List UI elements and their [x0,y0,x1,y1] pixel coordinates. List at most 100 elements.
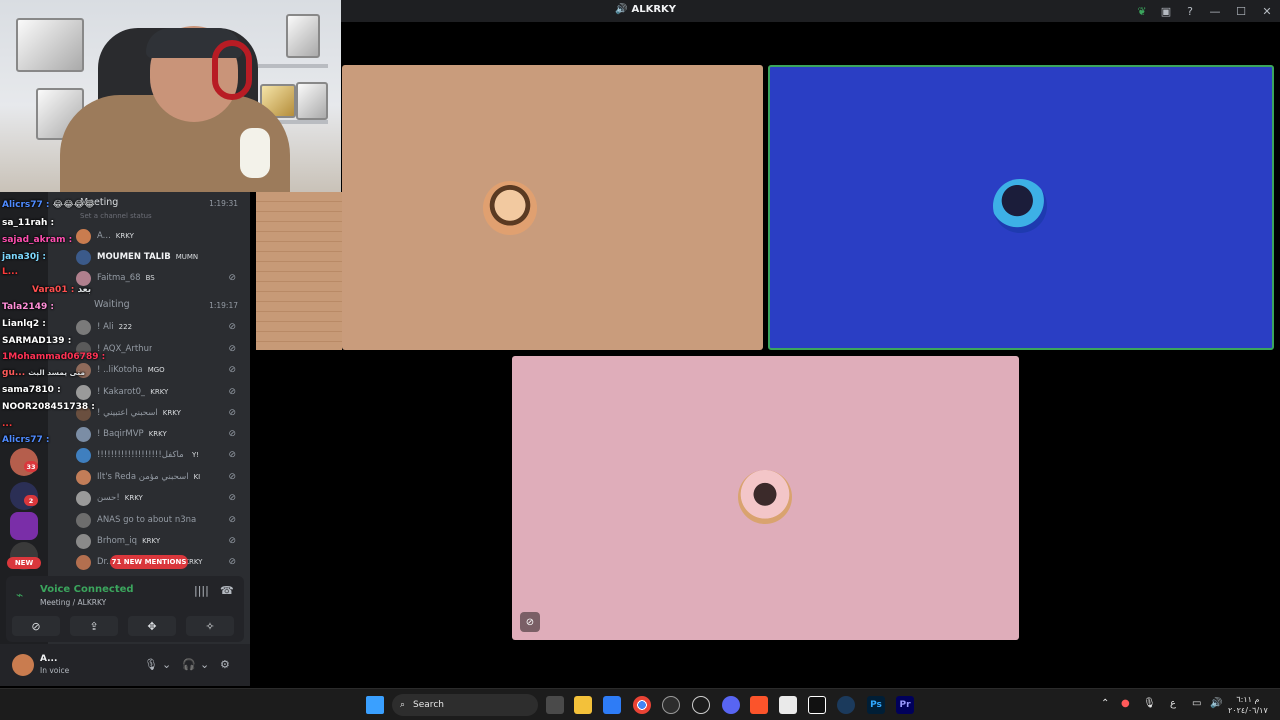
voice-member[interactable]: MOUMEN TALIB MUMN [76,247,244,267]
voice-member[interactable]: ! Ali 222 ⊘ [76,317,244,337]
soundboard-icon[interactable]: ✧ [186,616,234,636]
avatar [76,270,91,286]
steam-icon[interactable] [837,696,855,714]
notepad-icon[interactable] [779,696,797,714]
obs-icon[interactable] [662,696,680,714]
desk-lamp [240,128,270,178]
nitro-leaf-icon[interactable]: ❦ [1130,0,1154,22]
voice-channel-waiting[interactable]: Waiting [94,299,130,310]
server-icon[interactable] [10,512,38,540]
participant-avatar [993,179,1047,233]
noise-suppression-icon[interactable]: |||| [194,584,209,597]
member-name: ! Ali [97,322,114,332]
chevron-up-icon[interactable]: ⌃ [1101,698,1109,709]
avatar [76,554,91,570]
avatar [76,533,91,549]
close-icon[interactable]: ✕ [1254,0,1280,22]
voice-member[interactable]: Brhom_iq KRKY ⊘ [76,531,244,551]
voice-member[interactable]: ! Kakarot0_ KRKY ⊘ [76,382,244,402]
avatar[interactable] [12,654,34,676]
voice-connected-label[interactable]: Voice Connected [40,584,134,595]
headphones [212,40,252,100]
minimize-icon[interactable]: — [1202,0,1228,22]
muted-icon: ⊘ [228,344,236,354]
taskbar-search[interactable]: ⌕ Search [392,694,538,716]
user-status: In voice [40,666,70,675]
steam-alt-icon[interactable] [692,696,710,714]
camera-off-icon[interactable]: ⊘ [12,616,60,636]
language-indicator[interactable]: ع [1170,698,1176,709]
microphone-icon[interactable]: 🎙 [144,658,158,671]
display-icon[interactable]: ▭ [1192,698,1201,709]
participant-tile[interactable]: ⊘ [512,356,1019,640]
screen: 🔊 ALKRKY ❦ ▣ ? — ☐ ✕ 33 2 NEW Meeting 1:… [0,0,1280,720]
title-bar-controls: ❦ ▣ ? — ☐ ✕ [1130,0,1280,22]
channel-timer: 1:19:17 [209,301,238,310]
voice-member[interactable]: ! ..liKotoha MGO ⊘ [76,360,244,380]
microphone-icon[interactable]: 🎙 [1143,698,1156,709]
settings-gear-icon[interactable]: ⚙ [220,658,230,671]
task-view-icon[interactable] [546,696,564,714]
maximize-icon[interactable]: ☐ [1228,0,1254,22]
photoshop-icon[interactable]: Ps [867,696,885,714]
chrome-icon[interactable] [633,696,651,714]
avatar [76,426,91,442]
voice-member[interactable]: ! اسحبني اعتبيني KRKY ⊘ [76,403,244,423]
help-icon[interactable]: ? [1178,0,1202,22]
voice-member[interactable]: ! AQX_Arthur ⊘ [76,339,244,359]
muted-icon: ⊘ [228,273,236,283]
muted-icon: ⊘ [228,322,236,332]
participant-tile-speaking[interactable] [768,65,1274,350]
avatar [76,490,91,506]
clan-badge: KRKY [124,494,143,502]
headphones-icon[interactable]: 🎧 [182,658,196,671]
voice-location[interactable]: Meeting / ALKRKY [40,598,106,607]
channel-timer: 1:19:31 [209,199,238,208]
premiere-icon[interactable]: Pr [896,696,914,714]
new-mentions-pill[interactable]: 71 NEW MENTIONS [110,555,188,569]
voice-member[interactable]: Faitma_68 BS ⊘ [76,268,244,288]
member-name: MOUMEN TALIB [97,252,171,262]
voice-member[interactable]: A... KRKY [76,226,244,246]
new-servers-pill[interactable]: NEW [7,557,41,569]
windows-start-icon[interactable] [366,696,384,714]
voice-member[interactable]: !!!!!!!!!!!!!!!!!!!محتاج ما ماكفل Y! ⊘ [76,445,244,465]
brave-icon[interactable] [750,696,768,714]
username[interactable]: A... [40,654,57,664]
inbox-icon[interactable]: ▣ [1154,0,1178,22]
clan-badge: KI [193,473,201,481]
connection-signal-icon[interactable]: ⌁ [16,588,23,602]
discord-icon[interactable] [722,696,740,714]
streamer-webcam [0,0,341,192]
activities-icon[interactable]: ✥ [128,616,176,636]
clan-badge: MGO [147,366,165,374]
store-icon[interactable] [603,696,621,714]
voice-member[interactable]: ANAS go to about n3na ⊘ [76,510,244,530]
avatar [76,447,91,463]
channel-status-hint[interactable]: Set a channel status [80,212,152,220]
volume-icon[interactable]: 🔊 [1210,698,1222,709]
system-clock[interactable]: م ٦:١١ ٢٠٢٤/٠٦/١٧ [1228,694,1268,716]
chevron-down-icon[interactable]: ⌄ [162,658,171,671]
voice-member[interactable]: حسن! KRKY ⊘ [76,488,244,508]
silver-play-button-plaque [16,18,84,72]
voice-member[interactable]: Ilt's Reda اسحبني مؤمن KI ⊘ [76,467,244,487]
play-button-plaque [296,82,328,120]
member-name: Brhom_iq [97,536,138,546]
screen-share-icon[interactable]: ⇪ [70,616,118,636]
voice-channel-meeting[interactable]: Meeting [80,197,118,208]
mention-badge: 2 [24,495,38,506]
voice-member[interactable]: ! BaqirMVP KRKY ⊘ [76,424,244,444]
avatar [76,405,91,421]
member-name: A... [97,231,111,241]
app-tray-icon[interactable]: ● [1121,698,1130,709]
chevron-down-icon[interactable]: ⌄ [200,658,209,671]
file-explorer-icon[interactable] [574,696,592,714]
disconnect-icon[interactable]: ☎ [220,584,234,597]
participant-tile[interactable] [342,65,763,350]
muted-icon: ⊘ [228,450,236,460]
participant-avatar [483,181,537,235]
capcut-icon[interactable] [808,696,826,714]
avatar [76,469,91,485]
avatar [76,384,91,400]
